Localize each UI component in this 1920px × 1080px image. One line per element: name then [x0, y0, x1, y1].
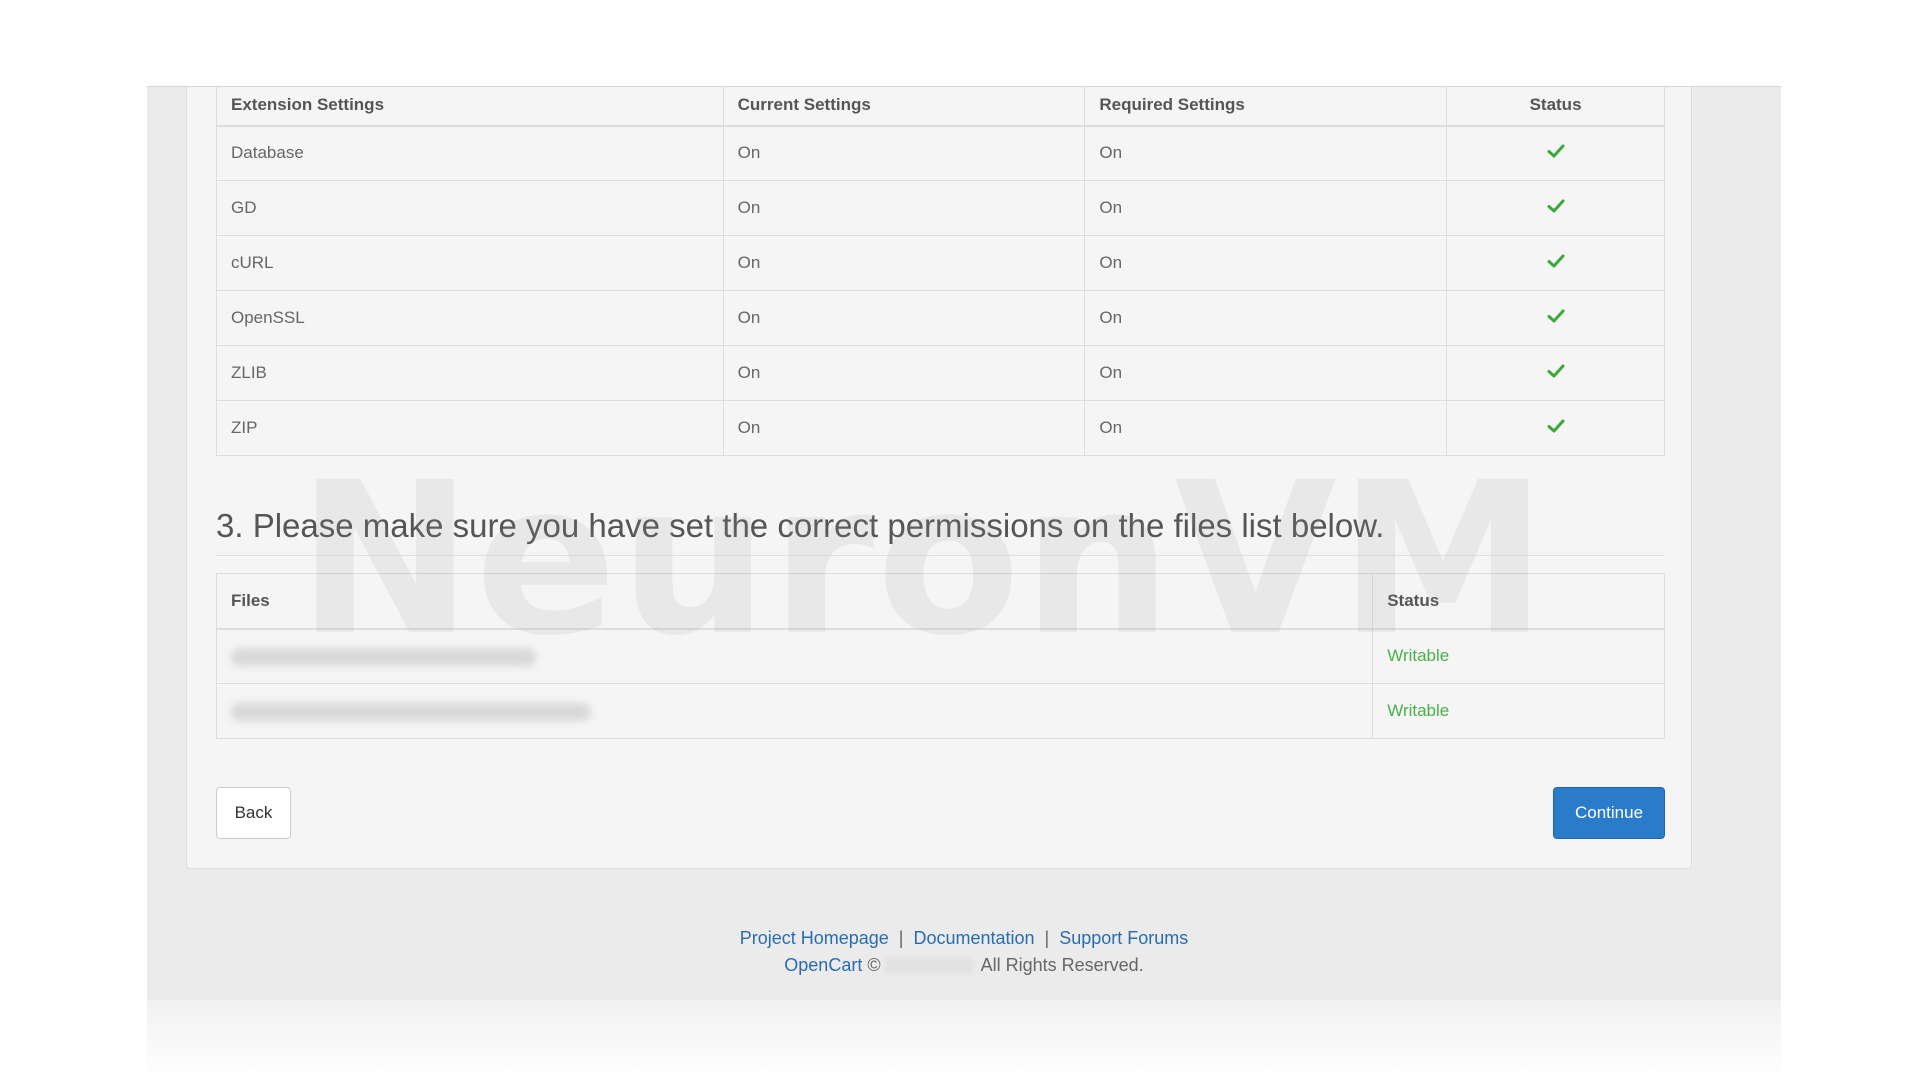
table-row: cURL On On	[216, 235, 1665, 291]
column-header-current: Current Settings	[722, 87, 1086, 127]
redacted-file-path	[231, 702, 591, 721]
file-status: Writable	[1372, 683, 1665, 739]
column-header-status: Status	[1446, 87, 1665, 127]
file-path	[215, 683, 1374, 739]
required-setting: On	[1084, 235, 1448, 291]
status-cell	[1446, 345, 1665, 401]
extension-name: ZIP	[216, 400, 724, 456]
support-forums-link[interactable]: Support Forums	[1059, 928, 1188, 948]
column-header-extension: Extension Settings	[216, 87, 724, 127]
required-setting: On	[1084, 180, 1448, 236]
required-setting: On	[1084, 290, 1448, 346]
copyright-symbol: ©	[867, 955, 881, 975]
footer: Project Homepage | Documentation | Support F…	[147, 925, 1781, 979]
table-row: GD On On	[216, 180, 1665, 236]
file-status: Writable	[1372, 628, 1665, 684]
table-row: OpenSSL On On	[216, 290, 1665, 346]
extension-name: GD	[216, 180, 724, 236]
opencart-link[interactable]: OpenCart	[784, 955, 862, 975]
file-path	[215, 628, 1374, 684]
file-permissions-table: Files Status Writable Writable	[215, 573, 1665, 739]
back-button[interactable]: Back	[216, 787, 291, 839]
installer-panel: Extension Settings Current Settings Requ…	[186, 87, 1692, 869]
redacted-file-path	[231, 647, 536, 666]
required-setting: On	[1084, 345, 1448, 401]
status-cell	[1446, 125, 1665, 181]
project-homepage-link[interactable]: Project Homepage	[740, 928, 889, 948]
check-icon	[1547, 197, 1565, 215]
extension-name: OpenSSL	[216, 290, 724, 346]
current-setting: On	[722, 180, 1086, 236]
rights-text: All Rights Reserved.	[980, 955, 1144, 975]
check-icon	[1547, 142, 1565, 160]
continue-button[interactable]: Continue	[1553, 787, 1665, 839]
extension-name: Database	[216, 125, 724, 181]
extension-settings-table: Extension Settings Current Settings Requ…	[216, 87, 1665, 456]
redacted-year	[884, 958, 973, 975]
extension-name: cURL	[216, 235, 724, 291]
installer-stage: Extension Settings Current Settings Requ…	[147, 86, 1781, 1000]
status-cell	[1446, 180, 1665, 236]
column-header-required: Required Settings	[1084, 87, 1448, 127]
current-setting: On	[722, 235, 1086, 291]
check-icon	[1547, 362, 1565, 380]
table-row: ZLIB On On	[216, 345, 1665, 401]
column-header-files: Files	[215, 573, 1374, 630]
reflection	[147, 1000, 1781, 1080]
current-setting: On	[722, 290, 1086, 346]
table-row: ZIP On On	[216, 400, 1665, 456]
table-row: Database On On	[216, 125, 1665, 181]
table-header-row: Extension Settings Current Settings Requ…	[216, 87, 1665, 127]
footer-separator: |	[1044, 928, 1050, 948]
table-row: Writable	[215, 628, 1665, 684]
footer-copyright: OpenCart © All Rights Reserved.	[147, 952, 1781, 979]
check-icon	[1547, 252, 1565, 270]
table-row: Writable	[215, 683, 1665, 739]
column-header-status: Status	[1372, 573, 1665, 630]
footer-separator: |	[898, 928, 904, 948]
check-icon	[1547, 307, 1565, 325]
required-setting: On	[1084, 400, 1448, 456]
status-cell	[1446, 290, 1665, 346]
required-setting: On	[1084, 125, 1448, 181]
extension-name: ZLIB	[216, 345, 724, 401]
current-setting: On	[722, 345, 1086, 401]
table-header-row: Files Status	[215, 573, 1665, 630]
current-setting: On	[722, 125, 1086, 181]
status-cell	[1446, 235, 1665, 291]
status-cell	[1446, 400, 1665, 456]
check-icon	[1547, 417, 1565, 435]
permissions-section-title: 3. Please make sure you have set the cor…	[216, 507, 1665, 556]
documentation-link[interactable]: Documentation	[913, 928, 1034, 948]
footer-links: Project Homepage | Documentation | Support F…	[147, 925, 1781, 952]
current-setting: On	[722, 400, 1086, 456]
